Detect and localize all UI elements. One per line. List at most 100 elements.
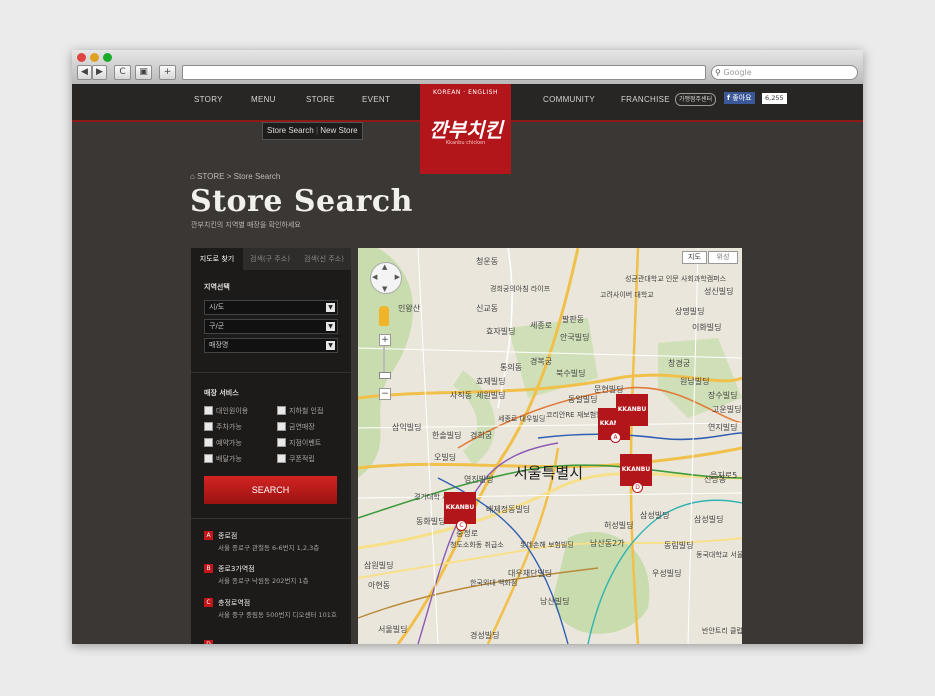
zoom-dot-icon[interactable]	[103, 53, 112, 62]
store-name-select-value: 매장명	[209, 341, 229, 349]
subnav-store-search[interactable]: Store Search	[267, 126, 314, 135]
nav-event[interactable]: EVENT	[362, 95, 390, 104]
marker-letter: D	[632, 482, 643, 493]
map-label: 고운빌딩	[712, 405, 742, 414]
like-label: 좋아요	[732, 94, 752, 102]
region-label: 지역선택	[204, 283, 230, 291]
province-select[interactable]: 시/도 ▼	[204, 300, 338, 315]
facebook-icon: f	[727, 94, 731, 102]
brand-logo[interactable]: KOREAN · ENGLISH 깐부치킨 Kkanbu chicken	[420, 84, 511, 174]
map-label: 동일빌딩	[568, 395, 598, 404]
facebook-like-button[interactable]: f 좋아요	[724, 92, 755, 104]
tab-old-address[interactable]: 검색(구 주소)	[243, 248, 297, 270]
nav-community[interactable]: COMMUNITY	[543, 95, 595, 104]
map-label: 남산동2가	[590, 539, 625, 548]
nav-franchise[interactable]: FRANCHISE	[621, 95, 670, 104]
map-type-button[interactable]: 지도	[682, 251, 707, 264]
chevron-down-icon: ▼	[326, 303, 335, 312]
map-label: 신교동	[476, 304, 499, 313]
store-subnav: Store Search | New Store	[262, 122, 363, 140]
map-label: 한국외대 백화점	[470, 579, 518, 587]
nav-store[interactable]: STORE	[306, 95, 335, 104]
zoom-slider-handle[interactable]	[379, 372, 391, 379]
home-icon[interactable]: ⌂	[190, 172, 195, 181]
search-placeholder: Google	[723, 68, 752, 77]
store-name-select[interactable]: 매장명 ▼	[204, 338, 338, 353]
chevron-down-icon: ▼	[326, 341, 335, 350]
map-pan-control[interactable]: ▲ ▼ ◀ ▶	[370, 262, 402, 294]
province-select-value: 시/도	[209, 303, 225, 311]
map-label: 동림빌딩	[664, 541, 694, 550]
district-select-value: 구/군	[209, 322, 225, 330]
like-count: 6,255	[762, 93, 787, 104]
back-button[interactable]: ◀	[77, 65, 92, 80]
snapshot-icon[interactable]: ▣	[135, 65, 152, 80]
store-map[interactable]: 지도 위성 ▲ ▼ ◀ ▶ + − 청운동 인왕산 신교동 경희궁의아침 라이프…	[358, 248, 742, 644]
add-tab-button[interactable]: +	[159, 65, 176, 80]
service-label: 매장 서비스	[204, 389, 239, 397]
map-label: 경성빌딩	[470, 631, 500, 640]
search-button[interactable]: SEARCH	[204, 476, 337, 504]
map-label: 인왕산	[398, 304, 421, 313]
marker-letter: A	[610, 432, 621, 443]
minimize-dot-icon[interactable]	[90, 53, 99, 62]
address-bar[interactable]	[182, 65, 706, 80]
district-select[interactable]: 구/군 ▼	[204, 319, 338, 334]
nav-story[interactable]: STORY	[194, 95, 223, 104]
satellite-type-button[interactable]: 위성	[708, 251, 738, 264]
map-label: 롯데손해 보험빌딩	[520, 541, 574, 549]
map-label: 배제정동빌딩	[486, 505, 531, 514]
map-label: 아현동	[368, 581, 391, 590]
map-label: 청도소화동 취급소	[450, 541, 504, 549]
map-label: 북수빌딩	[556, 369, 586, 378]
logo-text: 깐부치킨	[429, 118, 503, 142]
map-label: 경희궁의아침 라이프	[490, 285, 551, 293]
map-label: 삼원빌딩	[364, 561, 394, 570]
map-label: 팔판동	[562, 315, 585, 324]
page-subtitle: 깐부치킨의 지역별 매장을 확인하세요	[191, 221, 301, 229]
search-sidebar: 지도로 찾기 검색(구 주소) 검색(신 주소) 지역선택 시/도 ▼ 구/군 ▼ …	[191, 248, 351, 644]
map-label: 고려사이버 대학교	[600, 291, 654, 299]
map-label: 세원빌딩	[476, 391, 506, 400]
map-label: 효제빌딩	[476, 377, 506, 386]
map-label: 반안트리 클럽앤스파	[702, 627, 742, 635]
search-tabs: 지도로 찾기 검색(구 주소) 검색(신 주소)	[191, 248, 351, 270]
map-label: 한솔빌딩	[432, 431, 462, 440]
map-label: 우성빌딩	[652, 569, 682, 578]
franchise-center-badge[interactable]: 가맹점주센터	[675, 93, 717, 106]
google-search-input[interactable]: ⚲ Google	[711, 65, 858, 80]
map-label: 성균관대학교 인문 사회과학캠퍼스	[625, 275, 727, 283]
marker-letter: C	[456, 520, 467, 531]
close-dot-icon[interactable]	[77, 53, 86, 62]
map-label: 경희궁	[470, 431, 493, 440]
reload-button[interactable]: C	[114, 65, 131, 80]
forward-button[interactable]: ▶	[92, 65, 107, 80]
chevron-down-icon: ▼	[326, 322, 335, 331]
map-city-label: 서울특별시	[514, 464, 584, 482]
browser-window: ◀ ▶ C ▣ + ⚲ Google STORY MENU STORE EVEN…	[72, 50, 863, 644]
map-label: 이화빌딩	[692, 323, 722, 332]
map-label: 동국대학교 서울캠퍼스	[696, 551, 742, 559]
map-label: 경복궁	[530, 357, 553, 366]
tab-new-address[interactable]: 검색(신 주소)	[297, 248, 351, 270]
subnav-new-store[interactable]: New Store	[320, 126, 357, 135]
zoom-slider-track[interactable]	[383, 346, 385, 372]
map-label: 상명빌딩	[675, 307, 705, 316]
map-label: 연지빌딩	[708, 423, 738, 432]
map-label: 허성빌딩	[604, 521, 634, 530]
map-label: 남산빌딩	[540, 597, 570, 606]
logo-subtext: Kkanbu chicken	[445, 140, 486, 146]
tab-map-search[interactable]: 지도로 찾기	[191, 248, 243, 270]
breadcrumb: ⌂ STORE > Store Search	[190, 172, 280, 181]
map-label: 동화빌딩	[416, 517, 446, 526]
map-label: 안국빌딩	[560, 333, 590, 342]
street-view-pegman-icon[interactable]	[379, 306, 389, 326]
language-switch[interactable]: KOREAN · ENGLISH	[420, 89, 511, 96]
map-label: 통의동	[500, 363, 523, 372]
zoom-in-button[interactable]: +	[379, 334, 391, 346]
store-marker[interactable]: KKANBU	[616, 394, 648, 426]
map-label: 신당동	[704, 475, 727, 484]
map-label: 장수빌딩	[708, 391, 738, 400]
nav-menu[interactable]: MENU	[251, 95, 276, 104]
zoom-out-button[interactable]: −	[379, 388, 391, 400]
